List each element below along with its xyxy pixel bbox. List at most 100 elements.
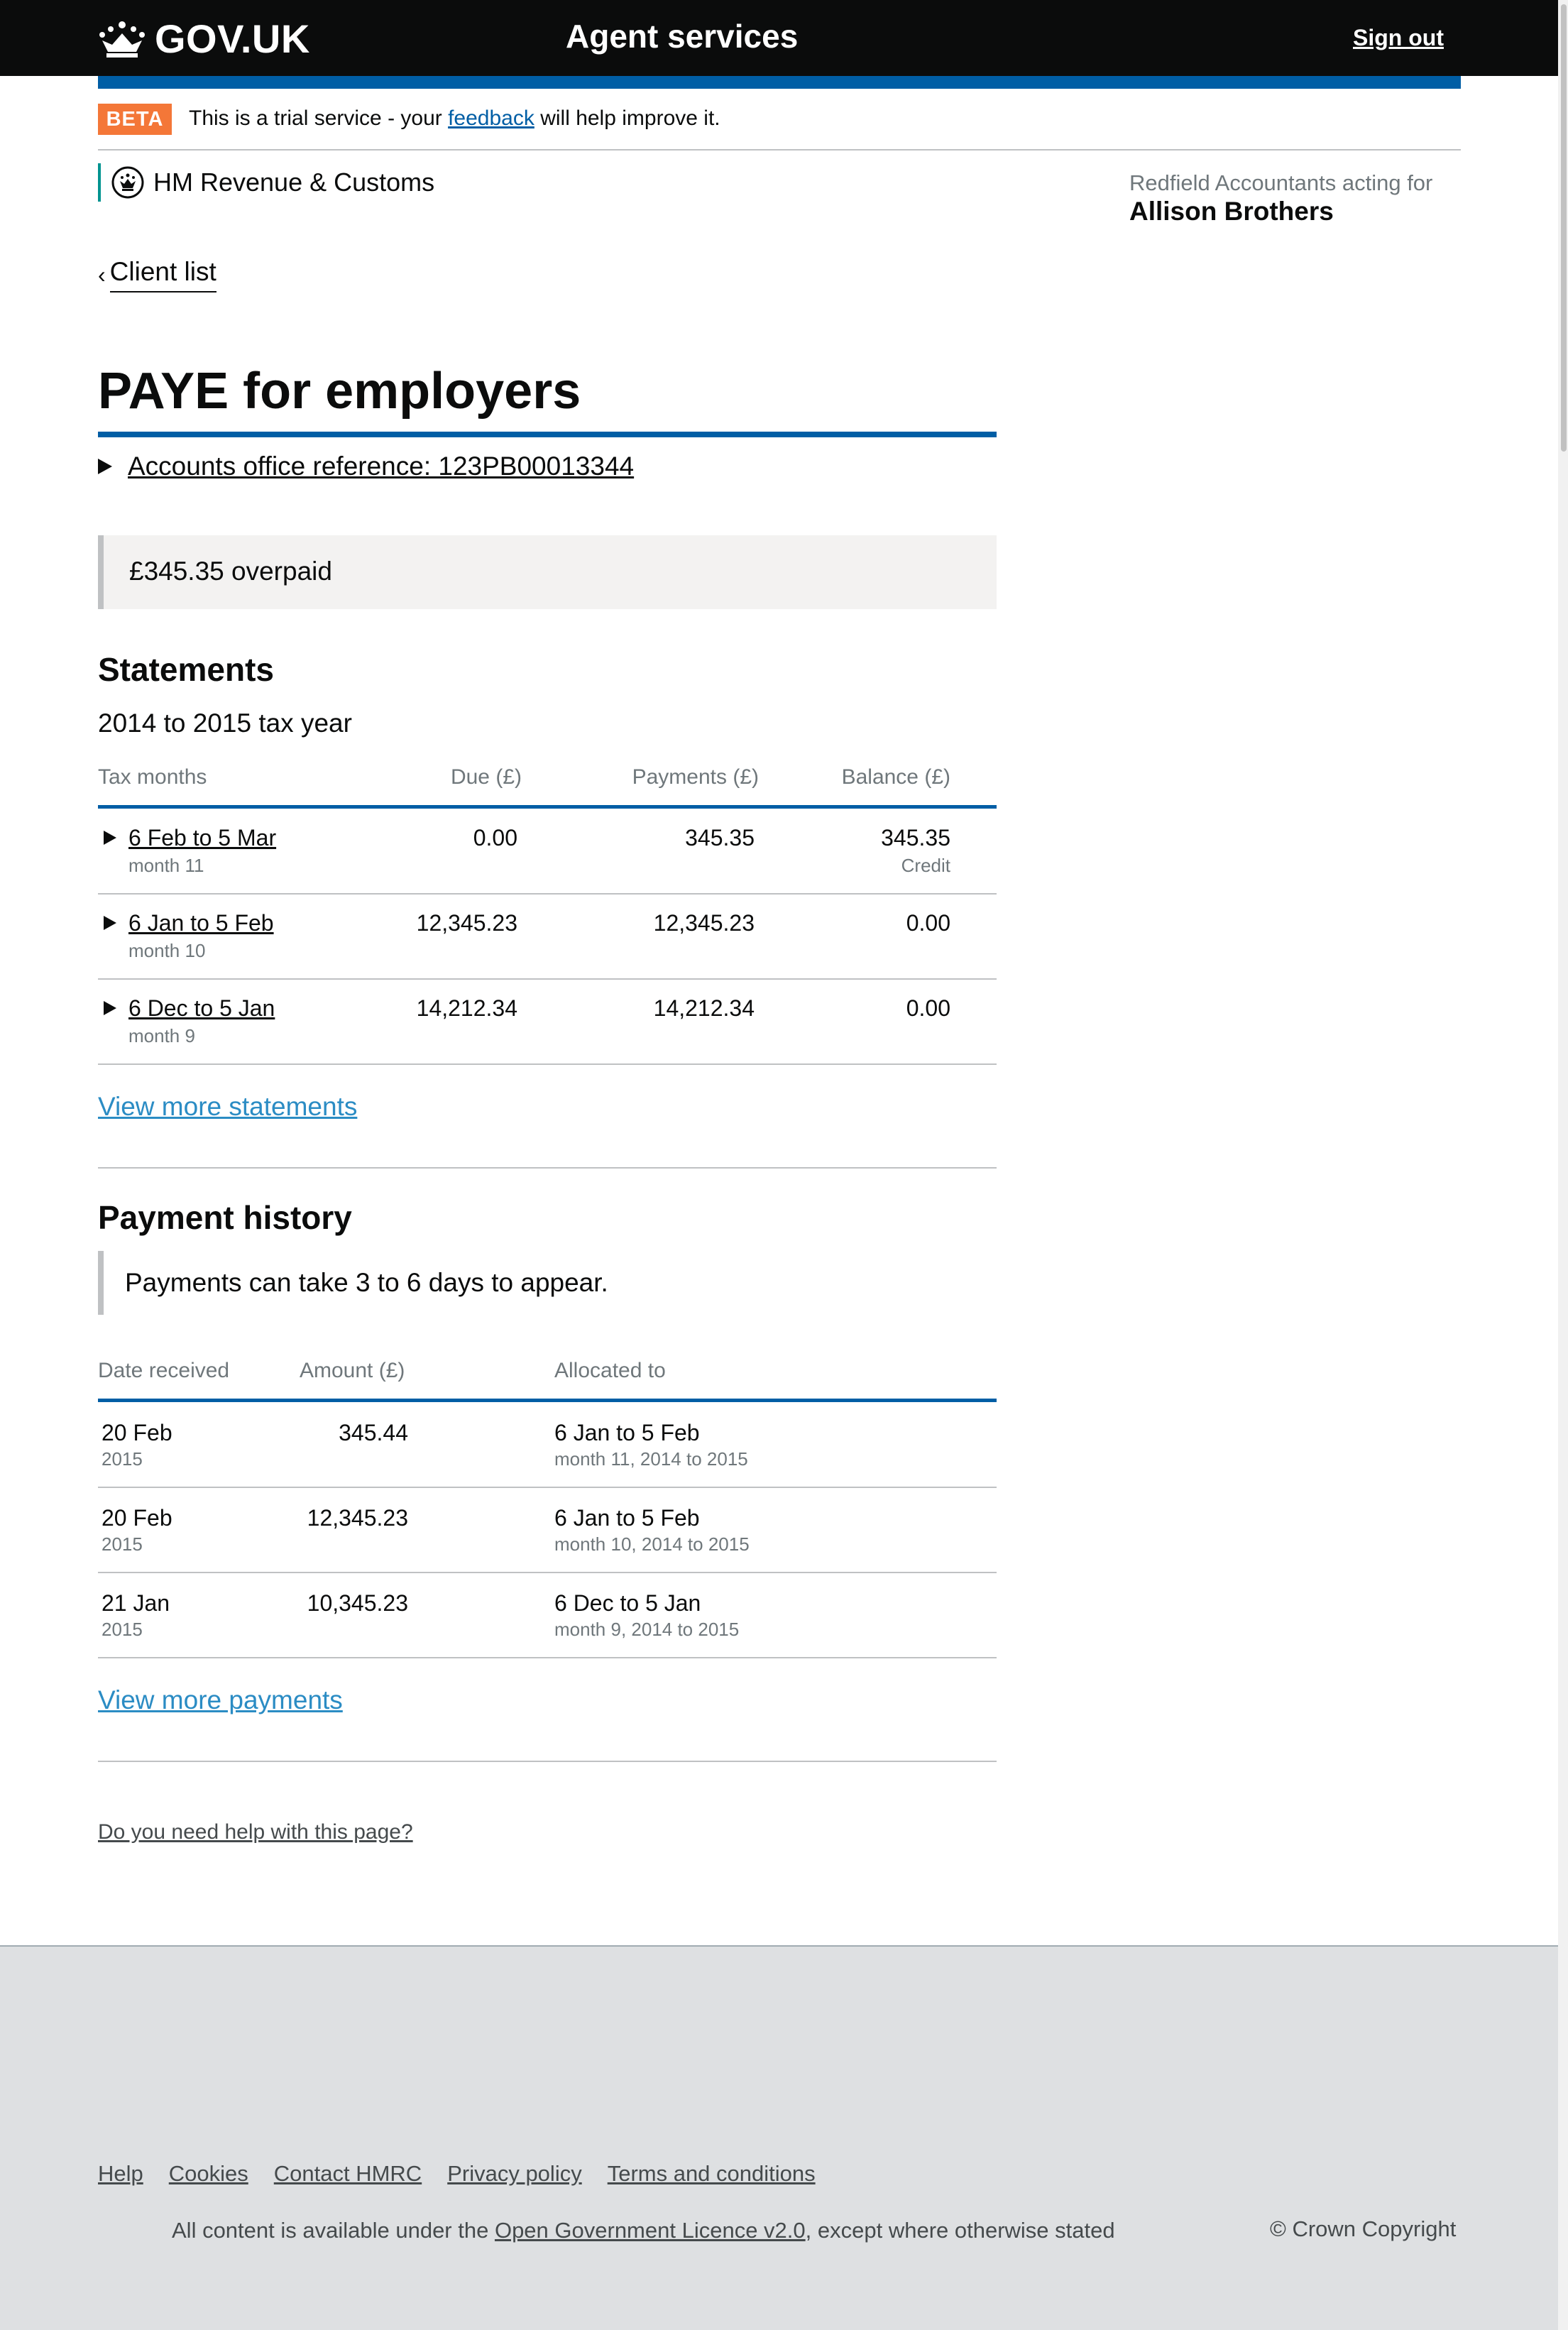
statement-balance: 345.35 bbox=[881, 825, 950, 850]
statement-period-link[interactable]: 6 Feb to 5 Mar bbox=[128, 825, 276, 851]
row-divider bbox=[98, 1063, 997, 1065]
payment-allocated-note: month 11, 2014 to 2015 bbox=[554, 1448, 748, 1470]
payment-year: 2015 bbox=[102, 1533, 143, 1555]
col-date-received: Date received bbox=[98, 1359, 230, 1382]
col-tax-months: Tax months bbox=[98, 765, 207, 789]
service-name[interactable]: Agent services bbox=[566, 17, 798, 55]
payment-allocated-note: month 9, 2014 to 2015 bbox=[554, 1619, 740, 1640]
statement-balance: 0.00 bbox=[906, 910, 950, 936]
overpaid-panel: £345.35 overpaid bbox=[98, 535, 997, 609]
payment-amount: 12,345.23 bbox=[307, 1505, 408, 1531]
footer-link-privacy-policy[interactable]: Privacy policy bbox=[447, 2161, 582, 2187]
row-divider bbox=[98, 978, 997, 980]
col-amount: Amount (£) bbox=[300, 1359, 405, 1382]
statement-period-link[interactable]: 6 Dec to 5 Jan bbox=[128, 995, 275, 1022]
page-title: PAYE for employers bbox=[98, 363, 581, 420]
payment-allocated: 6 Jan to 5 Feb bbox=[554, 1505, 700, 1531]
overpaid-amount: £345.35 overpaid bbox=[129, 557, 332, 586]
crown-icon bbox=[99, 21, 145, 58]
statement-payments: 345.35 bbox=[685, 825, 755, 850]
payment-year: 2015 bbox=[102, 1448, 143, 1470]
view-more-statements-link[interactable]: View more statements bbox=[98, 1092, 357, 1122]
statement-month: month 10 bbox=[128, 940, 206, 961]
statement-due: 12,345.23 bbox=[416, 910, 517, 936]
statement-due: 14,212.34 bbox=[416, 995, 517, 1021]
tax-year-label: 2014 to 2015 tax year bbox=[98, 709, 352, 738]
statement-period-link[interactable]: 6 Jan to 5 Feb bbox=[128, 910, 274, 936]
back-link-label: Client list bbox=[109, 257, 216, 292]
banner-divider bbox=[98, 149, 1461, 151]
statement-month: month 9 bbox=[128, 1025, 195, 1046]
accounts-office-reference-details[interactable]: Accounts office reference: 123PB00013344 bbox=[98, 452, 634, 481]
payment-year: 2015 bbox=[102, 1619, 143, 1640]
triangle-right-icon bbox=[104, 1001, 116, 1015]
header-blue-bar bbox=[98, 76, 1461, 89]
triangle-right-icon bbox=[104, 916, 116, 930]
details-summary: Accounts office reference: 123PB00013344 bbox=[128, 452, 635, 481]
footer-link-terms[interactable]: Terms and conditions bbox=[608, 2161, 816, 2187]
statement-payments: 12,345.23 bbox=[653, 910, 755, 936]
payment-allocated: 6 Dec to 5 Jan bbox=[554, 1590, 701, 1616]
client-list-back-link[interactable]: ‹ Client list bbox=[98, 257, 216, 292]
beta-tag: BETA bbox=[98, 104, 172, 135]
crown-copyright[interactable]: © Crown Copyright bbox=[1270, 2216, 1456, 2242]
payment-amount: 345.44 bbox=[339, 1420, 408, 1445]
payment-history-heading: Payment history bbox=[98, 1199, 352, 1236]
department-name: HM Revenue & Customs bbox=[153, 168, 435, 197]
footer-link-help[interactable]: Help bbox=[98, 2161, 143, 2187]
statement-due: 0.00 bbox=[473, 825, 517, 850]
statement-balance-note: Credit bbox=[901, 855, 950, 876]
payment-date: 20 Feb bbox=[102, 1420, 172, 1445]
triangle-right-icon bbox=[104, 831, 116, 845]
row-divider bbox=[98, 1487, 997, 1488]
payment-date: 21 Jan bbox=[102, 1590, 170, 1616]
inset-text: Payments can take 3 to 6 days to appear. bbox=[125, 1268, 608, 1297]
footer-link-contact-hmrc[interactable]: Contact HMRC bbox=[274, 2161, 422, 2187]
section-divider bbox=[98, 1761, 997, 1762]
statements-header-rule bbox=[98, 805, 997, 809]
col-payments: Payments (£) bbox=[632, 765, 759, 789]
beta-banner-text: This is a trial service - your feedback … bbox=[189, 106, 720, 131]
payment-allocated: 6 Jan to 5 Feb bbox=[554, 1420, 700, 1445]
sign-out-link[interactable]: Sign out bbox=[1353, 25, 1444, 51]
view-more-payments-link[interactable]: View more payments bbox=[98, 1685, 343, 1715]
chevron-left-icon: ‹ bbox=[98, 261, 106, 288]
payment-amount: 10,345.23 bbox=[307, 1590, 408, 1616]
acting-for-label: Redfield Accountants acting for bbox=[1129, 170, 1433, 195]
col-due: Due (£) bbox=[450, 765, 522, 789]
licence-after: , except where otherwise stated bbox=[805, 2218, 1115, 2243]
footer-links: Help Cookies Contact HMRC Privacy policy… bbox=[98, 2161, 816, 2187]
scrollbar-thumb[interactable] bbox=[1561, 4, 1567, 452]
payments-inset-text: Payments can take 3 to 6 days to appear. bbox=[98, 1251, 608, 1315]
col-allocated-to: Allocated to bbox=[554, 1359, 666, 1382]
section-divider bbox=[98, 1167, 997, 1169]
footer bbox=[0, 1945, 1558, 2330]
logo-text: GOV.UK bbox=[155, 16, 310, 61]
statement-month: month 11 bbox=[128, 855, 204, 876]
title-underline bbox=[98, 432, 997, 437]
row-divider bbox=[98, 893, 997, 895]
licence-text: All content is available under the Open … bbox=[172, 2218, 1115, 2243]
hmrc-organisation: HM Revenue & Customs bbox=[98, 163, 434, 202]
row-divider bbox=[98, 1572, 997, 1573]
col-balance: Balance (£) bbox=[841, 765, 950, 789]
help-with-page-link[interactable]: Do you need help with this page? bbox=[98, 1820, 413, 1844]
client-name: Allison Brothers bbox=[1129, 197, 1334, 226]
statement-balance: 0.00 bbox=[906, 995, 950, 1021]
open-government-licence-link[interactable]: Open Government Licence v2.0 bbox=[495, 2218, 806, 2243]
govuk-logo[interactable]: GOV.UK bbox=[98, 16, 310, 62]
footer-link-cookies[interactable]: Cookies bbox=[169, 2161, 248, 2187]
feedback-link[interactable]: feedback bbox=[448, 106, 534, 130]
row-divider bbox=[98, 1657, 997, 1658]
payment-date: 20 Feb bbox=[102, 1505, 172, 1531]
statements-heading: Statements bbox=[98, 651, 274, 688]
statement-payments: 14,212.34 bbox=[653, 995, 755, 1021]
beta-text-before: This is a trial service - your bbox=[189, 106, 449, 130]
global-header: GOV.UK Agent services Sign out bbox=[0, 0, 1558, 76]
hmrc-crest-icon bbox=[111, 166, 144, 199]
payments-header-rule bbox=[98, 1399, 997, 1402]
triangle-right-icon bbox=[98, 459, 112, 474]
payment-allocated-note: month 10, 2014 to 2015 bbox=[554, 1533, 750, 1555]
beta-text-after: will help improve it. bbox=[534, 106, 720, 130]
licence-before: All content is available under the bbox=[172, 2218, 495, 2243]
